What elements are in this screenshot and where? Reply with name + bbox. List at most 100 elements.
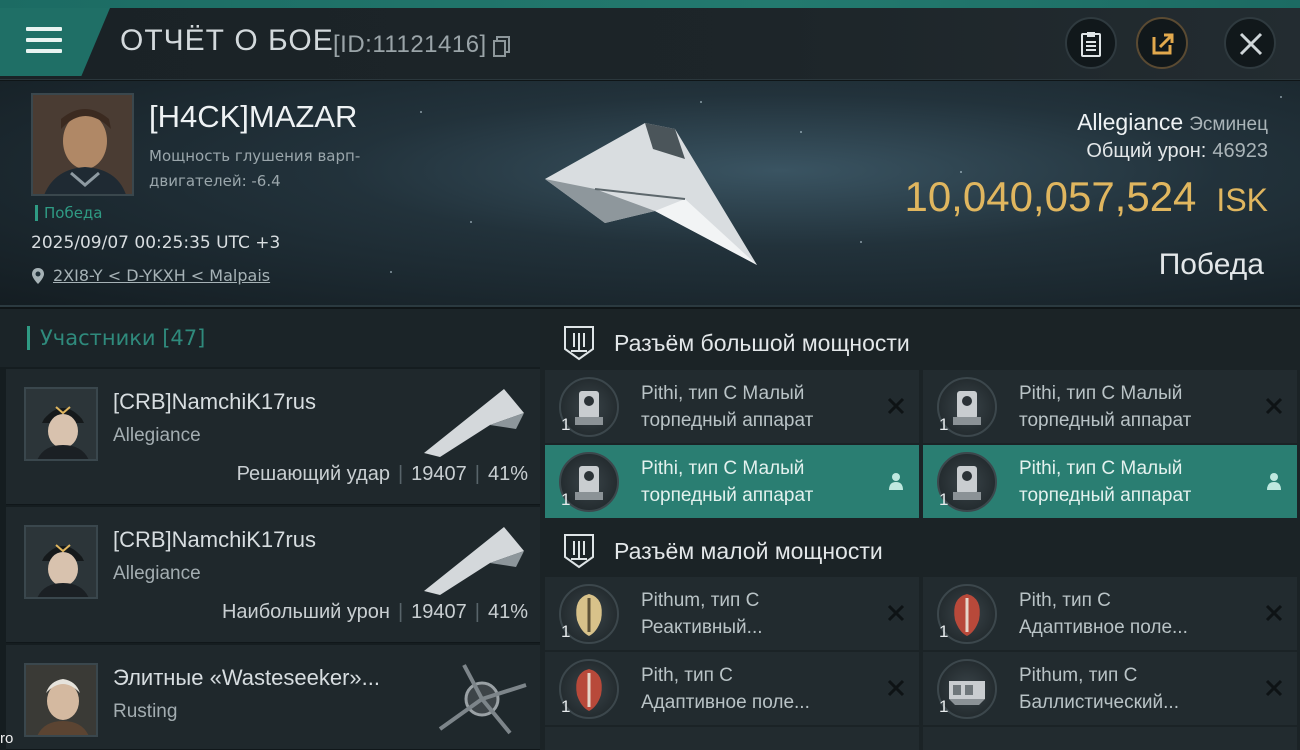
module-name: Pithi, тип C Малый торпедный аппарат — [641, 458, 814, 506]
module-slot[interactable]: 1 Pithum, тип C Баллистический... — [923, 652, 1297, 725]
high-slot-icon — [564, 326, 594, 361]
participant-name: [CRB]NamchiK17rus — [113, 527, 316, 552]
participant-role: Решающий удар — [236, 463, 390, 485]
fitting-panel: Разъём большой мощности 1 Pithi, тип C М… — [540, 309, 1300, 750]
module-name: Pith, тип C Адаптивное поле... — [1019, 590, 1188, 638]
battle-summary-panel: [H4CK]MAZAR Мощность глушения варп-двига… — [0, 81, 1300, 307]
menu-button[interactable] — [0, 8, 110, 76]
module-quantity: 1 — [561, 490, 571, 509]
copy-icon[interactable] — [493, 36, 510, 57]
report-id: [ID:11121416] — [333, 31, 487, 58]
participant-name: [CRB]NamchiK17rus — [113, 389, 316, 414]
header-bar: ОТЧЁТ О БОЕ [ID:11121416] — [0, 8, 1300, 80]
destroyed-icon — [887, 397, 905, 415]
total-damage-label: Общий урон: — [1086, 140, 1207, 162]
module-quantity: 1 — [939, 622, 949, 641]
participant-ship-image — [438, 664, 527, 735]
participant-card[interactable]: [CRB]NamchiK17rus Allegiance Наибольший … — [6, 507, 540, 643]
participant-ship-image — [424, 389, 524, 457]
result-badge: Победа — [35, 205, 103, 221]
destroyed-icon — [1265, 679, 1283, 697]
pilot-name: [H4CK]MAZAR — [149, 99, 358, 134]
module-slot[interactable]: 1 Pithi, тип C Малый торпедный аппарат — [545, 370, 919, 443]
participant-ship: Allegiance — [113, 425, 201, 446]
location-pin-icon — [32, 268, 44, 284]
module-quantity: 1 — [939, 490, 949, 509]
ship-info: Allegiance Эсминец Общий урон: 46923 — [1077, 109, 1268, 163]
module-name: Pith, тип C Адаптивное поле... — [641, 665, 810, 713]
low-slot-icon — [564, 534, 594, 569]
participant-role: Наибольший урон — [221, 601, 390, 623]
ship-image — [545, 123, 757, 265]
participant-damage: 19407 — [411, 463, 467, 485]
participant-card[interactable]: Элитные «Wasteseeker»... Rusting — [6, 645, 540, 750]
top-accent-line — [0, 0, 1300, 8]
module-quantity: 1 — [939, 697, 949, 716]
participants-header: Участники [47] — [0, 309, 540, 367]
share-icon — [1152, 33, 1174, 55]
participant-avatar — [24, 663, 98, 737]
high-slots-title: Разъём большой мощности — [614, 330, 910, 356]
location-link[interactable]: 2XI8-Y < D-YKXH < Malpais — [31, 266, 270, 285]
module-quantity: 1 — [561, 697, 571, 716]
isk-currency: ISK — [1216, 182, 1268, 218]
close-button[interactable] — [1224, 17, 1276, 69]
participant-damage: 19407 — [411, 601, 467, 623]
module-slot-partial[interactable] — [545, 727, 919, 750]
pilot-portrait — [31, 93, 134, 196]
participant-name: Элитные «Wasteseeker»... — [113, 665, 380, 690]
module-name: Pithum, тип C Реактивный... — [641, 590, 763, 638]
result-label: Победа — [1158, 248, 1264, 281]
participants-title: Участники [47] — [27, 326, 205, 350]
participant-percent: 41% — [487, 463, 528, 485]
module-slot[interactable]: 1 Pithi, тип C Малый торпедный аппарат — [545, 445, 919, 518]
low-slots-title: Разъём малой мощности — [614, 538, 883, 564]
module-slot[interactable]: 1 Pithum, тип C Реактивный... — [545, 577, 919, 650]
ship-class: Эсминец — [1189, 114, 1268, 135]
module-quantity: 1 — [561, 415, 571, 434]
module-name: Pithum, тип C Баллистический... — [1019, 665, 1179, 713]
module-slot[interactable]: 1 Pithi, тип C Малый торпедный аппарат — [923, 445, 1297, 518]
module-quantity: 1 — [561, 622, 571, 641]
participant-ship-image — [424, 527, 524, 595]
location-text: 2XI8-Y < D-YKXH < Malpais — [53, 266, 271, 285]
destroyed-icon — [1265, 604, 1283, 622]
module-slot[interactable]: 1 Pith, тип C Адаптивное поле... — [923, 577, 1297, 650]
close-icon — [1239, 32, 1263, 56]
clipboard-button[interactable] — [1065, 17, 1117, 69]
destroyed-icon — [1265, 397, 1283, 415]
participant-ship: Allegiance — [113, 563, 201, 584]
participant-percent: 41% — [487, 601, 528, 623]
share-button[interactable] — [1136, 17, 1188, 69]
participant-stats: Наибольший урон | 19407 | 41% — [221, 601, 528, 623]
participant-stats: Решающий удар | 19407 | 41% — [236, 463, 528, 485]
participant-ship: Rusting — [113, 701, 178, 722]
warp-disruption-label: Мощность глушения варп-двигателей: -6.4 — [149, 147, 361, 190]
isk-value: 10,040,057,524 ISK — [904, 173, 1268, 221]
participant-card[interactable]: [CRB]NamchiK17rus Allegiance Решающий уд… — [6, 369, 540, 505]
ship-name: Allegiance — [1077, 109, 1184, 135]
module-slot[interactable]: 1 Pithi, тип C Малый торпедный аппарат — [923, 370, 1297, 443]
module-slot[interactable]: 1 Pith, тип C Адаптивное поле... — [545, 652, 919, 725]
module-slot-partial[interactable] — [923, 727, 1297, 750]
module-name: Pithi, тип C Малый торпедный аппарат — [1019, 383, 1192, 431]
participants-panel: Участники [47] [CRB]NamchiK17rus Allegia… — [0, 309, 540, 750]
module-name: Pithi, тип C Малый торпедный аппарат — [1019, 458, 1192, 506]
battle-datetime: 2025/09/07 00:25:35 UTC +3 — [31, 233, 281, 253]
dropped-pilot-icon — [1267, 473, 1281, 490]
clipboard-icon — [1081, 32, 1101, 57]
module-name: Pithi, тип C Малый торпедный аппарат — [641, 383, 814, 431]
high-slots-header: Разъём большой мощности — [540, 311, 1300, 371]
destroyed-icon — [887, 604, 905, 622]
page-title: ОТЧЁТ О БОЕ — [120, 24, 334, 57]
overlay-text: ro — [0, 730, 14, 747]
dropped-pilot-icon — [889, 473, 903, 490]
module-quantity: 1 — [939, 415, 949, 434]
low-slots-header: Разъём малой мощности — [540, 519, 1300, 579]
total-damage-value: 46923 — [1212, 140, 1268, 162]
isk-amount: 10,040,057,524 — [904, 173, 1197, 220]
participant-avatar — [24, 525, 98, 599]
participant-avatar — [24, 387, 98, 461]
hamburger-icon — [26, 27, 62, 55]
destroyed-icon — [887, 679, 905, 697]
